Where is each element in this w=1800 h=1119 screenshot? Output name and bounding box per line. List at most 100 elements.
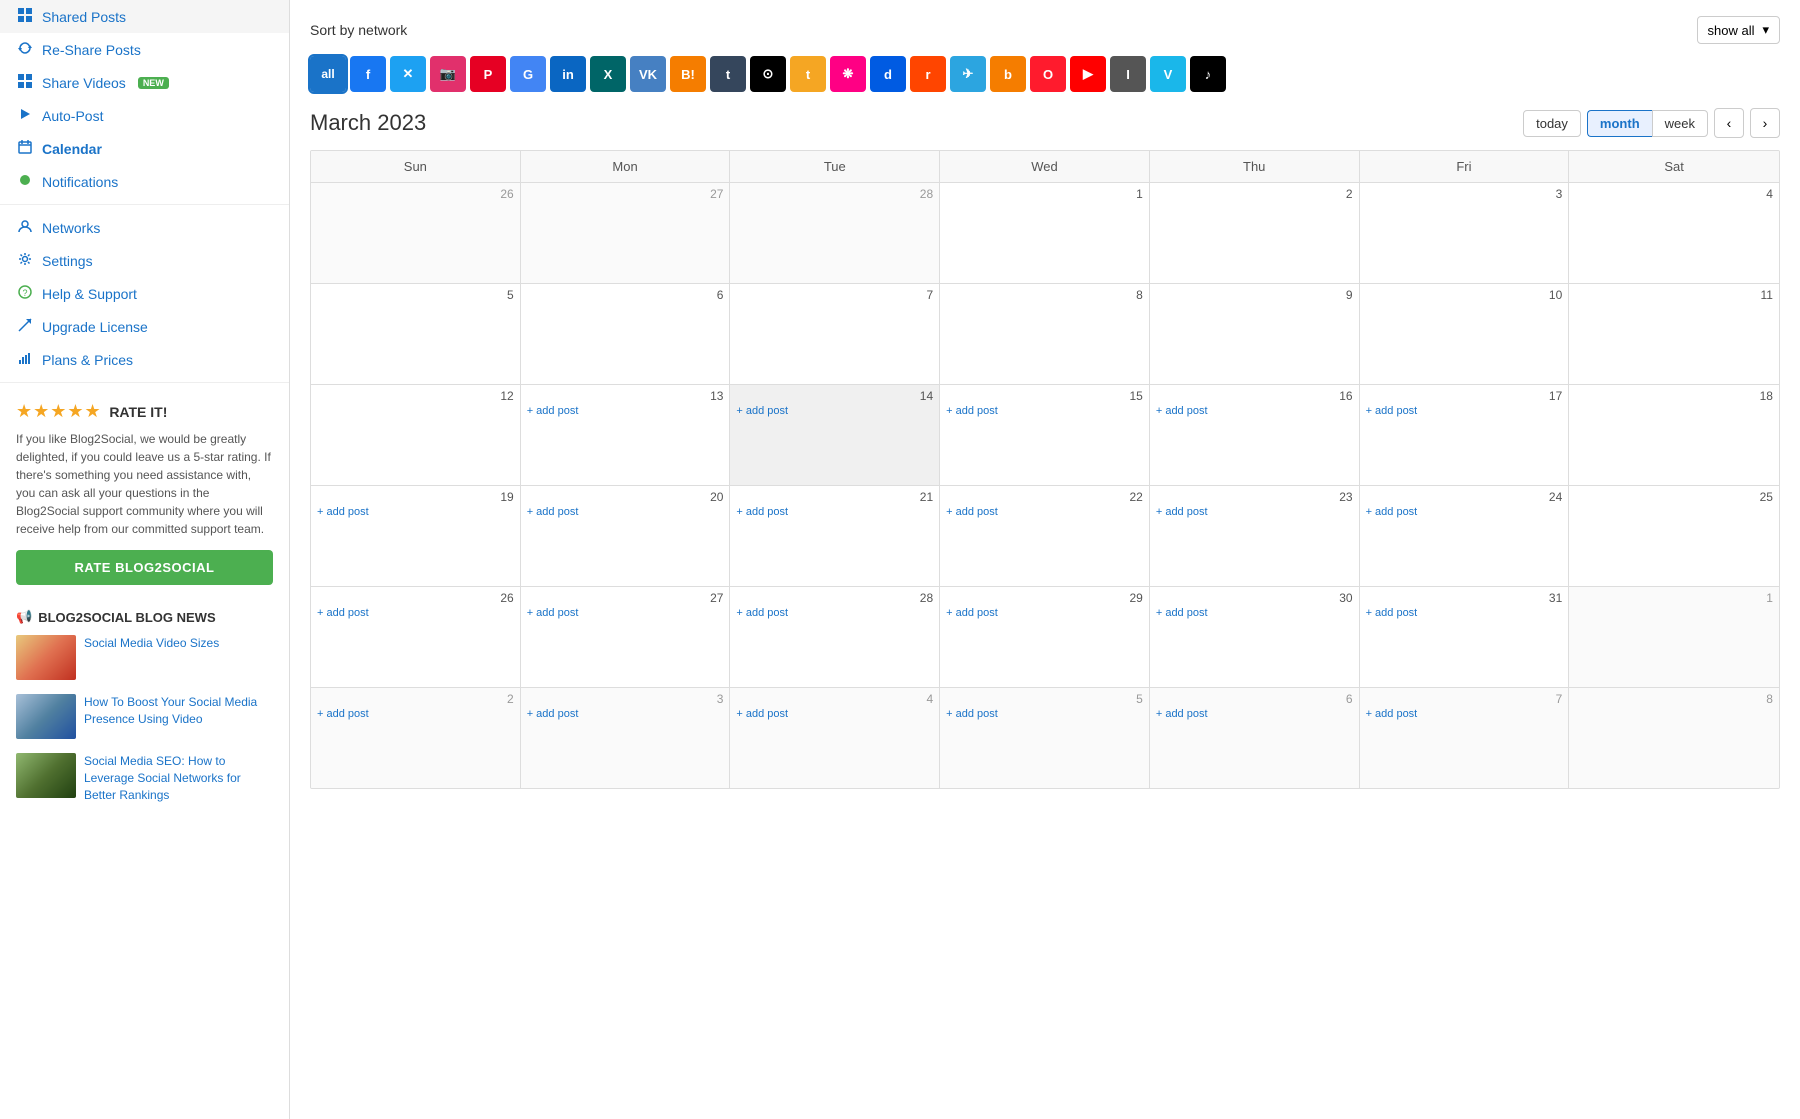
add-post-link[interactable]: + add post [946,405,1143,417]
add-post-link[interactable]: + add post [527,405,724,417]
network-icon-instagram[interactable]: 📷 [430,56,466,92]
network-icon-youtube[interactable]: ▶ [1070,56,1106,92]
network-icon-opera[interactable]: O [1030,56,1066,92]
calendar-cell[interactable]: 9 [1150,284,1360,384]
add-post-link[interactable]: + add post [527,607,724,619]
calendar-cell[interactable]: 7 [730,284,940,384]
calendar-cell[interactable]: 17+ add post [1360,385,1570,485]
add-post-link[interactable]: + add post [527,708,724,720]
prev-month-button[interactable]: ‹ [1714,108,1744,138]
network-icon-reddit[interactable]: r [910,56,946,92]
network-icon-twitter[interactable]: ✕ [390,56,426,92]
calendar-cell[interactable]: 22+ add post [940,486,1150,586]
next-month-button[interactable]: › [1750,108,1780,138]
calendar-cell[interactable]: 11 [1569,284,1779,384]
add-post-link[interactable]: + add post [946,708,1143,720]
calendar-cell[interactable]: 4 [1569,183,1779,283]
calendar-cell[interactable]: 21+ add post [730,486,940,586]
month-view-button[interactable]: month [1587,110,1652,137]
sidebar-item-settings[interactable]: Settings [0,244,289,277]
blog-post-link[interactable]: Social Media Video Sizes [84,635,219,652]
network-icon-tumblr[interactable]: t [710,56,746,92]
calendar-cell[interactable]: 1 [940,183,1150,283]
calendar-cell[interactable]: 28 [730,183,940,283]
add-post-link[interactable]: + add post [317,506,514,518]
calendar-cell[interactable]: 16+ add post [1150,385,1360,485]
network-icon-blogger2[interactable]: b [990,56,1026,92]
add-post-link[interactable]: + add post [527,506,724,518]
calendar-cell[interactable]: 13+ add post [521,385,731,485]
network-icon-flickr[interactable]: ❋ [830,56,866,92]
calendar-cell[interactable]: 12 [311,385,521,485]
calendar-cell[interactable]: 4+ add post [730,688,940,788]
add-post-link[interactable]: + add post [1156,506,1353,518]
sidebar-item-reshare-posts[interactable]: Re-Share Posts [0,33,289,66]
rate-blog2social-button[interactable]: RATE BLOG2SOCIAL [16,550,273,585]
network-icon-instapaper[interactable]: I [1110,56,1146,92]
add-post-link[interactable]: + add post [1366,607,1563,619]
calendar-cell[interactable]: 27+ add post [521,587,731,687]
sidebar-item-plans-prices[interactable]: Plans & Prices [0,343,289,376]
calendar-cell[interactable]: 7+ add post [1360,688,1570,788]
week-view-button[interactable]: week [1652,110,1708,137]
network-icon-linkedin[interactable]: in [550,56,586,92]
calendar-cell[interactable]: 19+ add post [311,486,521,586]
sidebar-item-shared-posts[interactable]: Shared Posts [0,0,289,33]
calendar-cell[interactable]: 20+ add post [521,486,731,586]
network-icon-xing[interactable]: X [590,56,626,92]
calendar-cell[interactable]: 5 [311,284,521,384]
add-post-link[interactable]: + add post [736,405,933,417]
network-icon-torial[interactable]: t [790,56,826,92]
network-icon-digg[interactable]: d [870,56,906,92]
network-icon-facebook[interactable]: f [350,56,386,92]
calendar-cell[interactable]: 29+ add post [940,587,1150,687]
sidebar-item-calendar[interactable]: Calendar [0,132,289,165]
network-icon-all[interactable]: all [310,56,346,92]
calendar-cell[interactable]: 8 [940,284,1150,384]
add-post-link[interactable]: + add post [946,607,1143,619]
add-post-link[interactable]: + add post [736,708,933,720]
blog-post-link[interactable]: How To Boost Your Social Media Presence … [84,694,273,728]
calendar-cell[interactable]: 26+ add post [311,587,521,687]
sidebar-item-help-support[interactable]: ?Help & Support [0,277,289,310]
add-post-link[interactable]: + add post [946,506,1143,518]
sidebar-item-upgrade-license[interactable]: Upgrade License [0,310,289,343]
network-icon-vk[interactable]: VK [630,56,666,92]
calendar-cell[interactable]: 28+ add post [730,587,940,687]
add-post-link[interactable]: + add post [1156,607,1353,619]
show-all-dropdown[interactable]: show all ▾ [1697,16,1781,44]
calendar-cell[interactable]: 15+ add post [940,385,1150,485]
network-icon-tiktok[interactable]: ♪ [1190,56,1226,92]
add-post-link[interactable]: + add post [1156,405,1353,417]
sidebar-item-notifications[interactable]: Notifications [0,165,289,198]
calendar-cell[interactable]: 10 [1360,284,1570,384]
calendar-cell[interactable]: 3 [1360,183,1570,283]
today-button[interactable]: today [1523,110,1581,137]
add-post-link[interactable]: + add post [736,506,933,518]
calendar-cell[interactable]: 6+ add post [1150,688,1360,788]
calendar-cell[interactable]: 18 [1569,385,1779,485]
blog-post-link[interactable]: Social Media SEO: How to Leverage Social… [84,753,273,803]
add-post-link[interactable]: + add post [1156,708,1353,720]
calendar-cell[interactable]: 6 [521,284,731,384]
add-post-link[interactable]: + add post [317,708,514,720]
calendar-cell[interactable]: 1 [1569,587,1779,687]
add-post-link[interactable]: + add post [736,607,933,619]
add-post-link[interactable]: + add post [1366,708,1563,720]
network-icon-vimeo[interactable]: V [1150,56,1186,92]
add-post-link[interactable]: + add post [317,607,514,619]
network-icon-telegram[interactable]: ✈ [950,56,986,92]
network-icon-pinterest[interactable]: P [470,56,506,92]
calendar-cell[interactable]: 24+ add post [1360,486,1570,586]
network-icon-medium[interactable]: ⊙ [750,56,786,92]
network-icon-blogger[interactable]: B! [670,56,706,92]
calendar-cell[interactable]: 3+ add post [521,688,731,788]
add-post-link[interactable]: + add post [1366,405,1563,417]
calendar-cell[interactable]: 14+ add post [730,385,940,485]
calendar-cell[interactable]: 5+ add post [940,688,1150,788]
calendar-cell[interactable]: 8 [1569,688,1779,788]
sidebar-item-share-videos[interactable]: Share VideosNEW [0,66,289,99]
calendar-cell[interactable]: 26 [311,183,521,283]
calendar-cell[interactable]: 23+ add post [1150,486,1360,586]
calendar-cell[interactable]: 27 [521,183,731,283]
